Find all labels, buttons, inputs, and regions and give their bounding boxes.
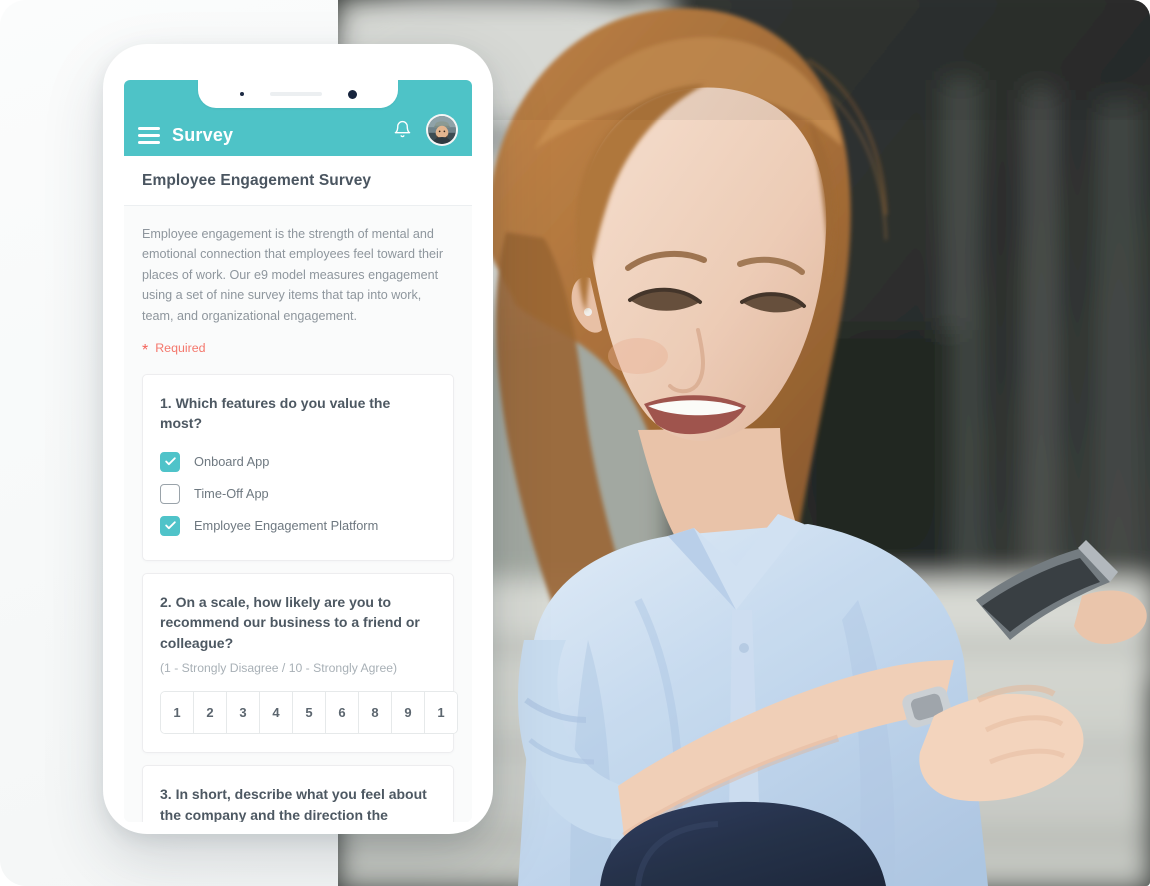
front-camera-icon	[347, 89, 357, 99]
hamburger-bar	[138, 141, 160, 144]
page-title: Employee Engagement Survey	[142, 172, 372, 189]
checkbox-unchecked-icon[interactable]	[160, 483, 180, 504]
scale-option[interactable]: 6	[326, 692, 359, 734]
page-root: Survey Employee Engagement Survey Employ…	[0, 0, 1150, 886]
question-card-3: 3. In short, describe what you feel abou…	[142, 765, 454, 822]
app-bar-left: Survey	[138, 125, 393, 146]
rating-scale[interactable]: 1 2 3 4 5 6 8 9 1	[160, 691, 458, 735]
required-asterisk-icon: *	[142, 341, 149, 359]
survey-intro: Employee engagement is the strength of m…	[124, 206, 472, 362]
scale-option[interactable]: 9	[392, 692, 425, 734]
app-title: Survey	[172, 125, 234, 145]
checkbox-label: Time-Off App	[194, 486, 269, 502]
required-label: Required	[155, 340, 206, 355]
question-title: 2. On a scale, how likely are you to rec…	[160, 593, 420, 651]
question-title: 1. Which features do you value the most?	[160, 394, 391, 432]
scale-option[interactable]: 3	[227, 692, 260, 734]
scale-option[interactable]: 5	[293, 692, 326, 734]
survey-description: Employee engagement is the strength of m…	[142, 227, 444, 323]
checkbox-label: Employee Engagement Platform	[194, 518, 379, 534]
hamburger-menu-icon[interactable]	[138, 127, 160, 144]
checkbox-option[interactable]: Onboard App	[160, 446, 436, 478]
question-title: 3. In short, describe what you feel abou…	[160, 786, 427, 822]
scale-option[interactable]: 8	[359, 692, 392, 734]
required-note: * Required	[142, 340, 454, 362]
hamburger-bar	[138, 127, 160, 130]
checkbox-label: Onboard App	[194, 454, 270, 470]
scale-option[interactable]: 2	[194, 692, 227, 734]
checkbox-group: Onboard App Time-Off App Employee Engage…	[160, 446, 436, 542]
bell-icon[interactable]	[393, 120, 412, 140]
sensor-dot-icon	[239, 92, 244, 96]
phone-notch	[198, 80, 398, 108]
checkbox-checked-icon[interactable]	[160, 515, 180, 536]
avatar-illustration	[428, 116, 456, 144]
phone-screen: Survey Employee Engagement Survey Employ…	[124, 80, 472, 822]
checkbox-option[interactable]: Time-Off App	[160, 478, 436, 510]
hamburger-bar	[138, 134, 160, 137]
checkbox-checked-icon[interactable]	[160, 451, 180, 472]
survey-title-bar: Employee Engagement Survey	[124, 156, 472, 206]
question-card-1: 1. Which features do you value the most?…	[142, 373, 454, 561]
question-hint: (1 - Strongly Disagree / 10 - Strongly A…	[160, 661, 398, 676]
question-card-2: 2. On a scale, how likely are you to rec…	[142, 572, 458, 754]
scale-option[interactable]: 1	[425, 692, 457, 734]
app-bar-right	[393, 114, 458, 146]
survey-body[interactable]: Employee engagement is the strength of m…	[124, 206, 472, 822]
scale-option[interactable]: 1	[161, 692, 194, 734]
earpiece-speaker	[269, 92, 322, 96]
avatar[interactable]	[426, 114, 458, 146]
checkbox-option[interactable]: Employee Engagement Platform	[160, 510, 436, 542]
scale-option[interactable]: 4	[260, 692, 293, 734]
phone-mockup: Survey Employee Engagement Survey Employ…	[103, 44, 493, 834]
